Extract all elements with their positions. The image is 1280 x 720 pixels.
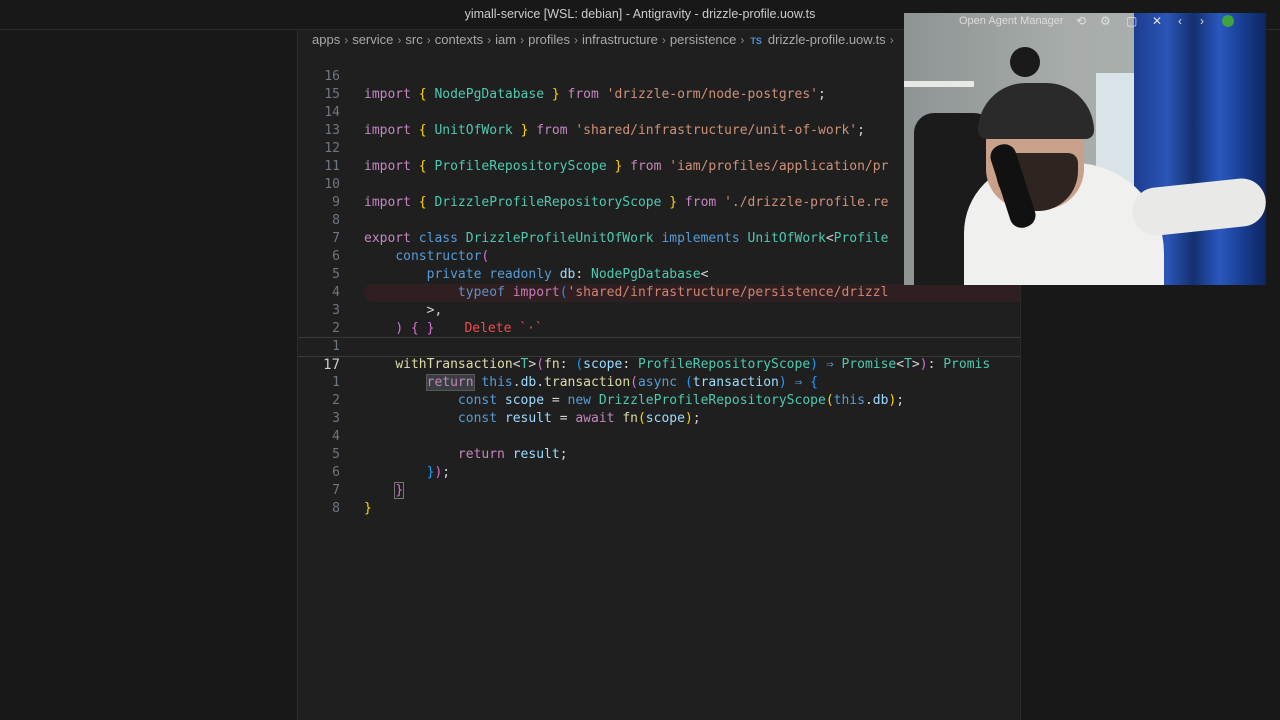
code-line[interactable]: 1 const scope = new DrizzleProfileReposi… — [298, 356, 1020, 408]
code-line-error[interactable]: 3 ) { } Delete `·` — [332, 284, 1020, 336]
chevron-right-icon: › — [661, 33, 666, 47]
code-line[interactable]: 2 const result = await fn(scope); — [298, 374, 1020, 426]
code-line[interactable]: 3 — [298, 392, 1020, 426]
webcam-lamp — [1010, 47, 1040, 77]
breadcrumb-profiles[interactable]: profiles — [528, 32, 570, 47]
chevron-right-icon: › — [574, 33, 579, 47]
gear-icon[interactable]: ⚙ — [1100, 14, 1111, 28]
code-line[interactable]: 7 } — [298, 464, 1020, 516]
breadcrumb-persistence[interactable]: persistence — [670, 32, 736, 47]
breadcrumb-infrastructure[interactable]: infrastructure — [582, 32, 658, 47]
titlebar-controls: Open Agent Manager ⟲ ⚙ ▢ ✕ ‹ › — [904, 13, 1266, 31]
layout-icon[interactable]: ▢ — [1126, 14, 1137, 28]
chevron-right-icon: › — [344, 33, 349, 47]
chevron-right-icon: › — [740, 33, 745, 47]
typescript-file-icon: TS — [750, 36, 762, 46]
chevron-right-icon: › — [426, 33, 431, 47]
chevron-right-icon: › — [520, 33, 525, 47]
line-number: 8 — [332, 501, 340, 516]
code-line-current[interactable]: 17 return this.db.transaction(async (tra… — [298, 337, 1020, 391]
breadcrumb: apps › service › src › contexts › iam › profiles › i… — [312, 30, 898, 50]
breadcrumb-iam[interactable]: iam — [495, 32, 516, 47]
code-text: } — [364, 501, 372, 516]
chevron-left-icon[interactable]: ‹ — [1178, 14, 1182, 28]
code-line[interactable]: 1 withTransaction<T>(fn: (scope: Profile… — [298, 320, 1020, 372]
breadcrumb-src[interactable]: src — [405, 32, 422, 47]
explorer-sidebar — [0, 30, 298, 720]
open-agent-manager-link[interactable]: Open Agent Manager — [959, 15, 1064, 27]
breadcrumb-apps[interactable]: apps — [312, 32, 340, 47]
chevron-right-icon: › — [487, 33, 492, 47]
breadcrumb-file[interactable]: drizzle-profile.uow.ts — [768, 32, 886, 47]
history-icon[interactable]: ⟲ — [1076, 14, 1086, 28]
code-line[interactable]: 8 — [298, 482, 1020, 516]
breadcrumb-contexts[interactable]: contexts — [435, 32, 483, 47]
chevron-right-icon[interactable]: › — [1200, 14, 1204, 28]
close-icon[interactable]: ✕ — [1152, 14, 1162, 28]
code-line[interactable]: 5 }); — [298, 428, 1020, 480]
code-line[interactable]: 4 return result; — [298, 410, 1020, 462]
code-line[interactable]: 2 — [298, 302, 1020, 336]
webcam-overlay: Open Agent Manager ⟲ ⚙ ▢ ✕ ‹ › — [904, 13, 1266, 285]
breadcrumb-service[interactable]: service — [352, 32, 393, 47]
avatar[interactable] — [1222, 15, 1234, 27]
code-line[interactable]: 6 } — [298, 446, 1020, 499]
webcam-shelf — [904, 81, 974, 87]
chevron-right-icon: › — [889, 33, 894, 47]
line-number: 4 — [332, 285, 340, 300]
chevron-right-icon: › — [397, 33, 402, 47]
